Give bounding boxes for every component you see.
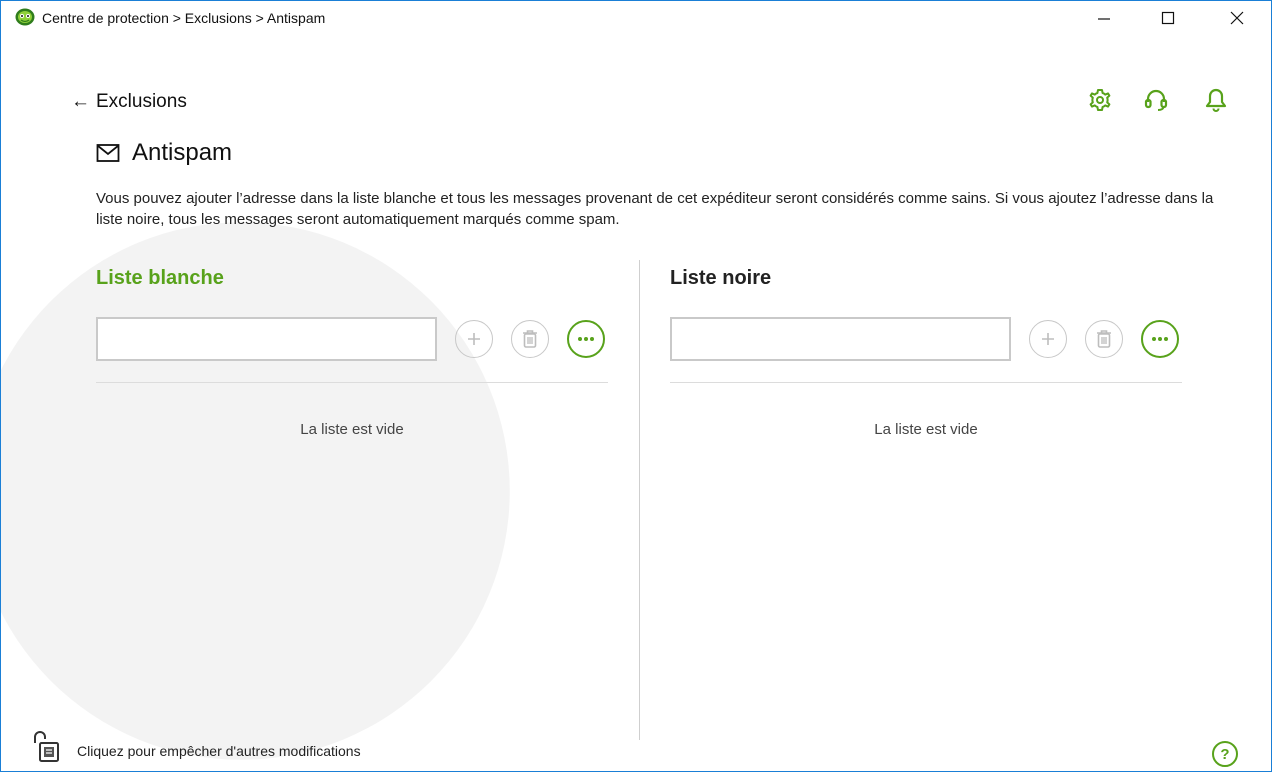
minimize-button[interactable] bbox=[1081, 1, 1127, 35]
gear-icon bbox=[1089, 89, 1111, 111]
plus-icon bbox=[1042, 333, 1054, 345]
lock-settings-toggle[interactable]: Cliquez pour empêcher d'autres modificat… bbox=[31, 729, 361, 763]
blacklist-empty-message: La liste est vide bbox=[874, 421, 978, 438]
blacklist-delete-button[interactable] bbox=[1085, 320, 1123, 358]
envelope-icon bbox=[96, 144, 120, 162]
bell-icon bbox=[1205, 88, 1227, 112]
dr-web-spider-logo-icon bbox=[15, 8, 35, 26]
maximize-button[interactable] bbox=[1145, 1, 1191, 35]
help-icon: ? bbox=[1220, 745, 1230, 763]
page-title-row: Antispam bbox=[96, 139, 232, 167]
blacklist-address-input[interactable] bbox=[670, 317, 1011, 361]
whitelist-input-row bbox=[96, 317, 605, 361]
app-window: Centre de protection > Exclusions > Anti… bbox=[0, 0, 1272, 772]
title-bar: Centre de protection > Exclusions > Anti… bbox=[1, 1, 1271, 35]
blacklist-more-button[interactable] bbox=[1141, 320, 1179, 358]
column-separator bbox=[639, 260, 640, 740]
more-options-icon bbox=[1152, 337, 1168, 341]
plus-icon bbox=[468, 333, 480, 345]
maximize-icon bbox=[1161, 11, 1175, 25]
notifications-button[interactable] bbox=[1201, 85, 1231, 115]
close-icon bbox=[1230, 11, 1244, 25]
back-label: Exclusions bbox=[96, 91, 187, 112]
whitelist-address-input[interactable] bbox=[96, 317, 437, 361]
settings-button[interactable] bbox=[1085, 85, 1115, 115]
blacklist-input-row bbox=[670, 317, 1179, 361]
whitelist-panel: Liste blanche La liste est vide bbox=[96, 267, 608, 438]
page-title: Antispam bbox=[132, 139, 233, 166]
help-button[interactable]: ? bbox=[1212, 741, 1238, 767]
more-options-icon bbox=[578, 337, 594, 341]
blacklist-add-button[interactable] bbox=[1029, 320, 1067, 358]
whitelist-add-button[interactable] bbox=[455, 320, 493, 358]
trash-icon bbox=[523, 330, 537, 348]
back-to-exclusions-link[interactable]: ← Exclusions bbox=[71, 91, 187, 113]
support-button[interactable] bbox=[1141, 85, 1171, 115]
spider-watermark bbox=[1, 222, 510, 760]
whitelist-delete-button[interactable] bbox=[511, 320, 549, 358]
blacklist-panel: Liste noire La liste est vide bbox=[670, 267, 1182, 438]
support-headset-icon bbox=[1144, 89, 1168, 111]
whitelist-title: Liste blanche bbox=[96, 267, 224, 289]
unlocked-padlock-icon bbox=[34, 731, 59, 762]
blacklist-title: Liste noire bbox=[670, 267, 772, 289]
window-title: Centre de protection > Exclusions > Anti… bbox=[42, 10, 326, 26]
back-arrow-icon: ← bbox=[71, 91, 90, 112]
trash-icon bbox=[1097, 330, 1111, 348]
whitelist-empty-message: La liste est vide bbox=[300, 421, 404, 438]
page-description: Vous pouvez ajouter l’adresse dans la li… bbox=[96, 190, 1214, 228]
lock-settings-label: Cliquez pour empêcher d'autres modificat… bbox=[77, 743, 361, 759]
whitelist-more-button[interactable] bbox=[567, 320, 605, 358]
close-button[interactable] bbox=[1214, 1, 1260, 35]
blacklist-divider bbox=[670, 382, 1182, 383]
minimize-icon bbox=[1098, 18, 1110, 20]
whitelist-divider bbox=[96, 382, 608, 383]
